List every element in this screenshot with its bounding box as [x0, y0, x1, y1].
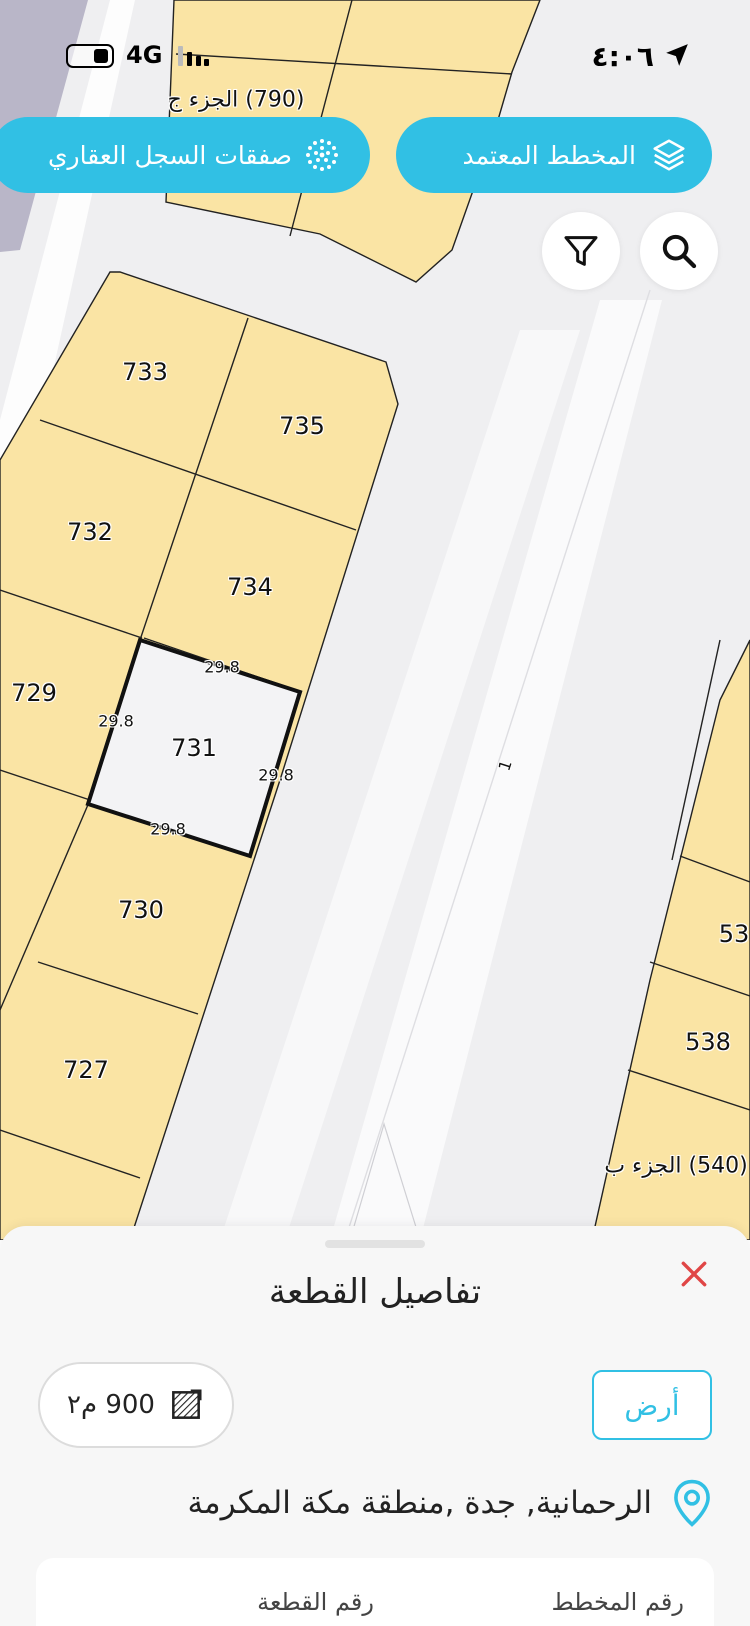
approved-plan-label: المخطط المعتمد [462, 140, 636, 170]
close-icon[interactable] [678, 1258, 710, 1290]
plot-label: 731 [171, 734, 217, 762]
sheet-handle[interactable] [325, 1240, 425, 1248]
plot-info-card: رقم المخطط رقم القطعة [36, 1558, 714, 1626]
plot-label: 734 [227, 573, 273, 601]
dimension-label: 29.8 [204, 657, 240, 677]
plot-label: 727 [63, 1056, 109, 1084]
location-pin-icon [674, 1479, 710, 1527]
battery-icon [66, 44, 114, 68]
filter-icon [564, 236, 598, 266]
plot-type-badge[interactable]: أرض [592, 1370, 712, 1440]
plan-number-label: رقم المخطط [551, 1588, 684, 1616]
location-text: الرحمانية, جدة ,منطقة مكة المكرمة [187, 1485, 652, 1521]
dotted-globe-icon [306, 139, 338, 171]
area-chip: 900 م٢ [38, 1362, 234, 1448]
plot-label: 732 [67, 518, 113, 546]
registry-transactions-label: صفقات السجل العقاري [47, 140, 292, 170]
dimension-label: 29.8 [150, 819, 186, 839]
plot-label: 53 [718, 920, 750, 948]
registry-transactions-button[interactable]: صفقات السجل العقاري [0, 117, 370, 193]
area-measure-icon [172, 1389, 202, 1419]
part-label: (540) الجزء ب [604, 1153, 748, 1179]
approved-plan-button[interactable]: المخطط المعتمد [396, 117, 712, 193]
location-row: الرحمانية, جدة ,منطقة مكة المكرمة [187, 1478, 714, 1528]
clock: ٤:٠٦ [591, 40, 654, 73]
plot-label: 733 [122, 358, 168, 386]
status-bar: 4G ٤:٠٦ [0, 36, 750, 76]
search-button[interactable] [640, 212, 718, 290]
plot-label: 538 [685, 1028, 731, 1056]
layers-icon [653, 139, 685, 171]
plot-number-label: رقم القطعة [257, 1588, 374, 1616]
sheet-title: تفاصيل القطعة [268, 1272, 482, 1312]
dimension-label: 29.8 [258, 765, 294, 785]
area-value: 900 م٢ [67, 1390, 155, 1420]
plot-label: 730 [118, 896, 164, 924]
filter-button[interactable] [542, 212, 620, 290]
plot-label: 729 [11, 679, 57, 707]
part-label: (790) الجزء ج [167, 87, 305, 113]
search-icon [662, 234, 697, 269]
network-type: 4G [126, 41, 163, 69]
dimension-label: 29.8 [98, 711, 134, 731]
location-arrow-icon [666, 44, 688, 66]
signal-icon [178, 46, 209, 66]
plot-label: 735 [279, 412, 325, 440]
